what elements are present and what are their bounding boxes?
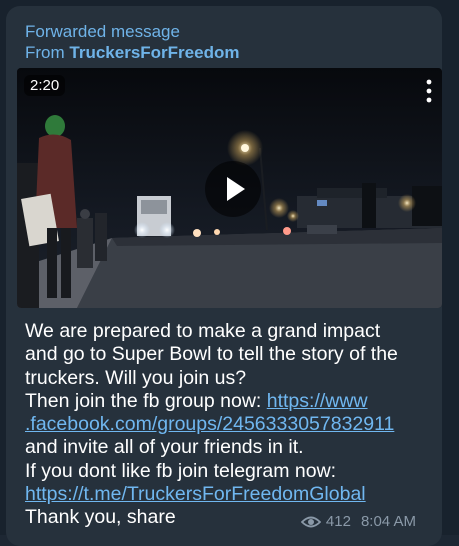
forwarded-header[interactable]: Forwarded message From TruckersForFreedo… xyxy=(25,21,239,63)
text-line: If you dont like fb join telegram now: xyxy=(25,459,337,482)
forwarded-label: Forwarded message xyxy=(25,22,180,41)
facebook-group-link-continued[interactable]: .facebook.com/groups/2456333057832911 xyxy=(25,413,394,435)
view-count: 412 xyxy=(325,513,351,530)
play-button[interactable] xyxy=(205,161,261,217)
message-bubble[interactable]: Forwarded message From TruckersForFreedo… xyxy=(6,6,442,546)
from-prefix: From xyxy=(25,43,70,62)
video-duration-badge: 2:20 xyxy=(24,75,66,96)
play-icon xyxy=(227,177,245,201)
message-meta: 412 8:04 AM xyxy=(300,513,416,530)
forwarded-from[interactable]: From TruckersForFreedom xyxy=(25,42,239,63)
from-channel-name[interactable]: TruckersForFreedom xyxy=(69,43,239,62)
text-line: .facebook.com/groups/2456333057832911 xyxy=(25,413,435,436)
message-time: 8:04 AM xyxy=(360,513,416,530)
text-line: and go to Super Bowl to tell the story o… xyxy=(25,343,398,366)
video-preview[interactable]: 2:20 xyxy=(17,68,442,308)
text-line: https://t.me/TruckersForFreedomGlobal xyxy=(25,483,435,506)
text-fragment: Then join the fb group now: xyxy=(25,389,267,412)
text-line: and invite all of your friends in it. xyxy=(25,436,304,459)
facebook-group-link[interactable]: https://www xyxy=(267,390,368,412)
text-line: Then join the fb group now: https://www xyxy=(25,390,435,413)
message-text: We are prepared to make a grand impact a… xyxy=(25,320,435,530)
text-line: truckers. Will you join us? xyxy=(25,366,247,389)
text-line: We are prepared to make a grand impact xyxy=(25,320,381,342)
telegram-channel-link[interactable]: https://t.me/TruckersForFreedomGlobal xyxy=(25,483,366,505)
more-vertical-icon[interactable] xyxy=(422,78,436,104)
eye-icon xyxy=(300,516,321,527)
